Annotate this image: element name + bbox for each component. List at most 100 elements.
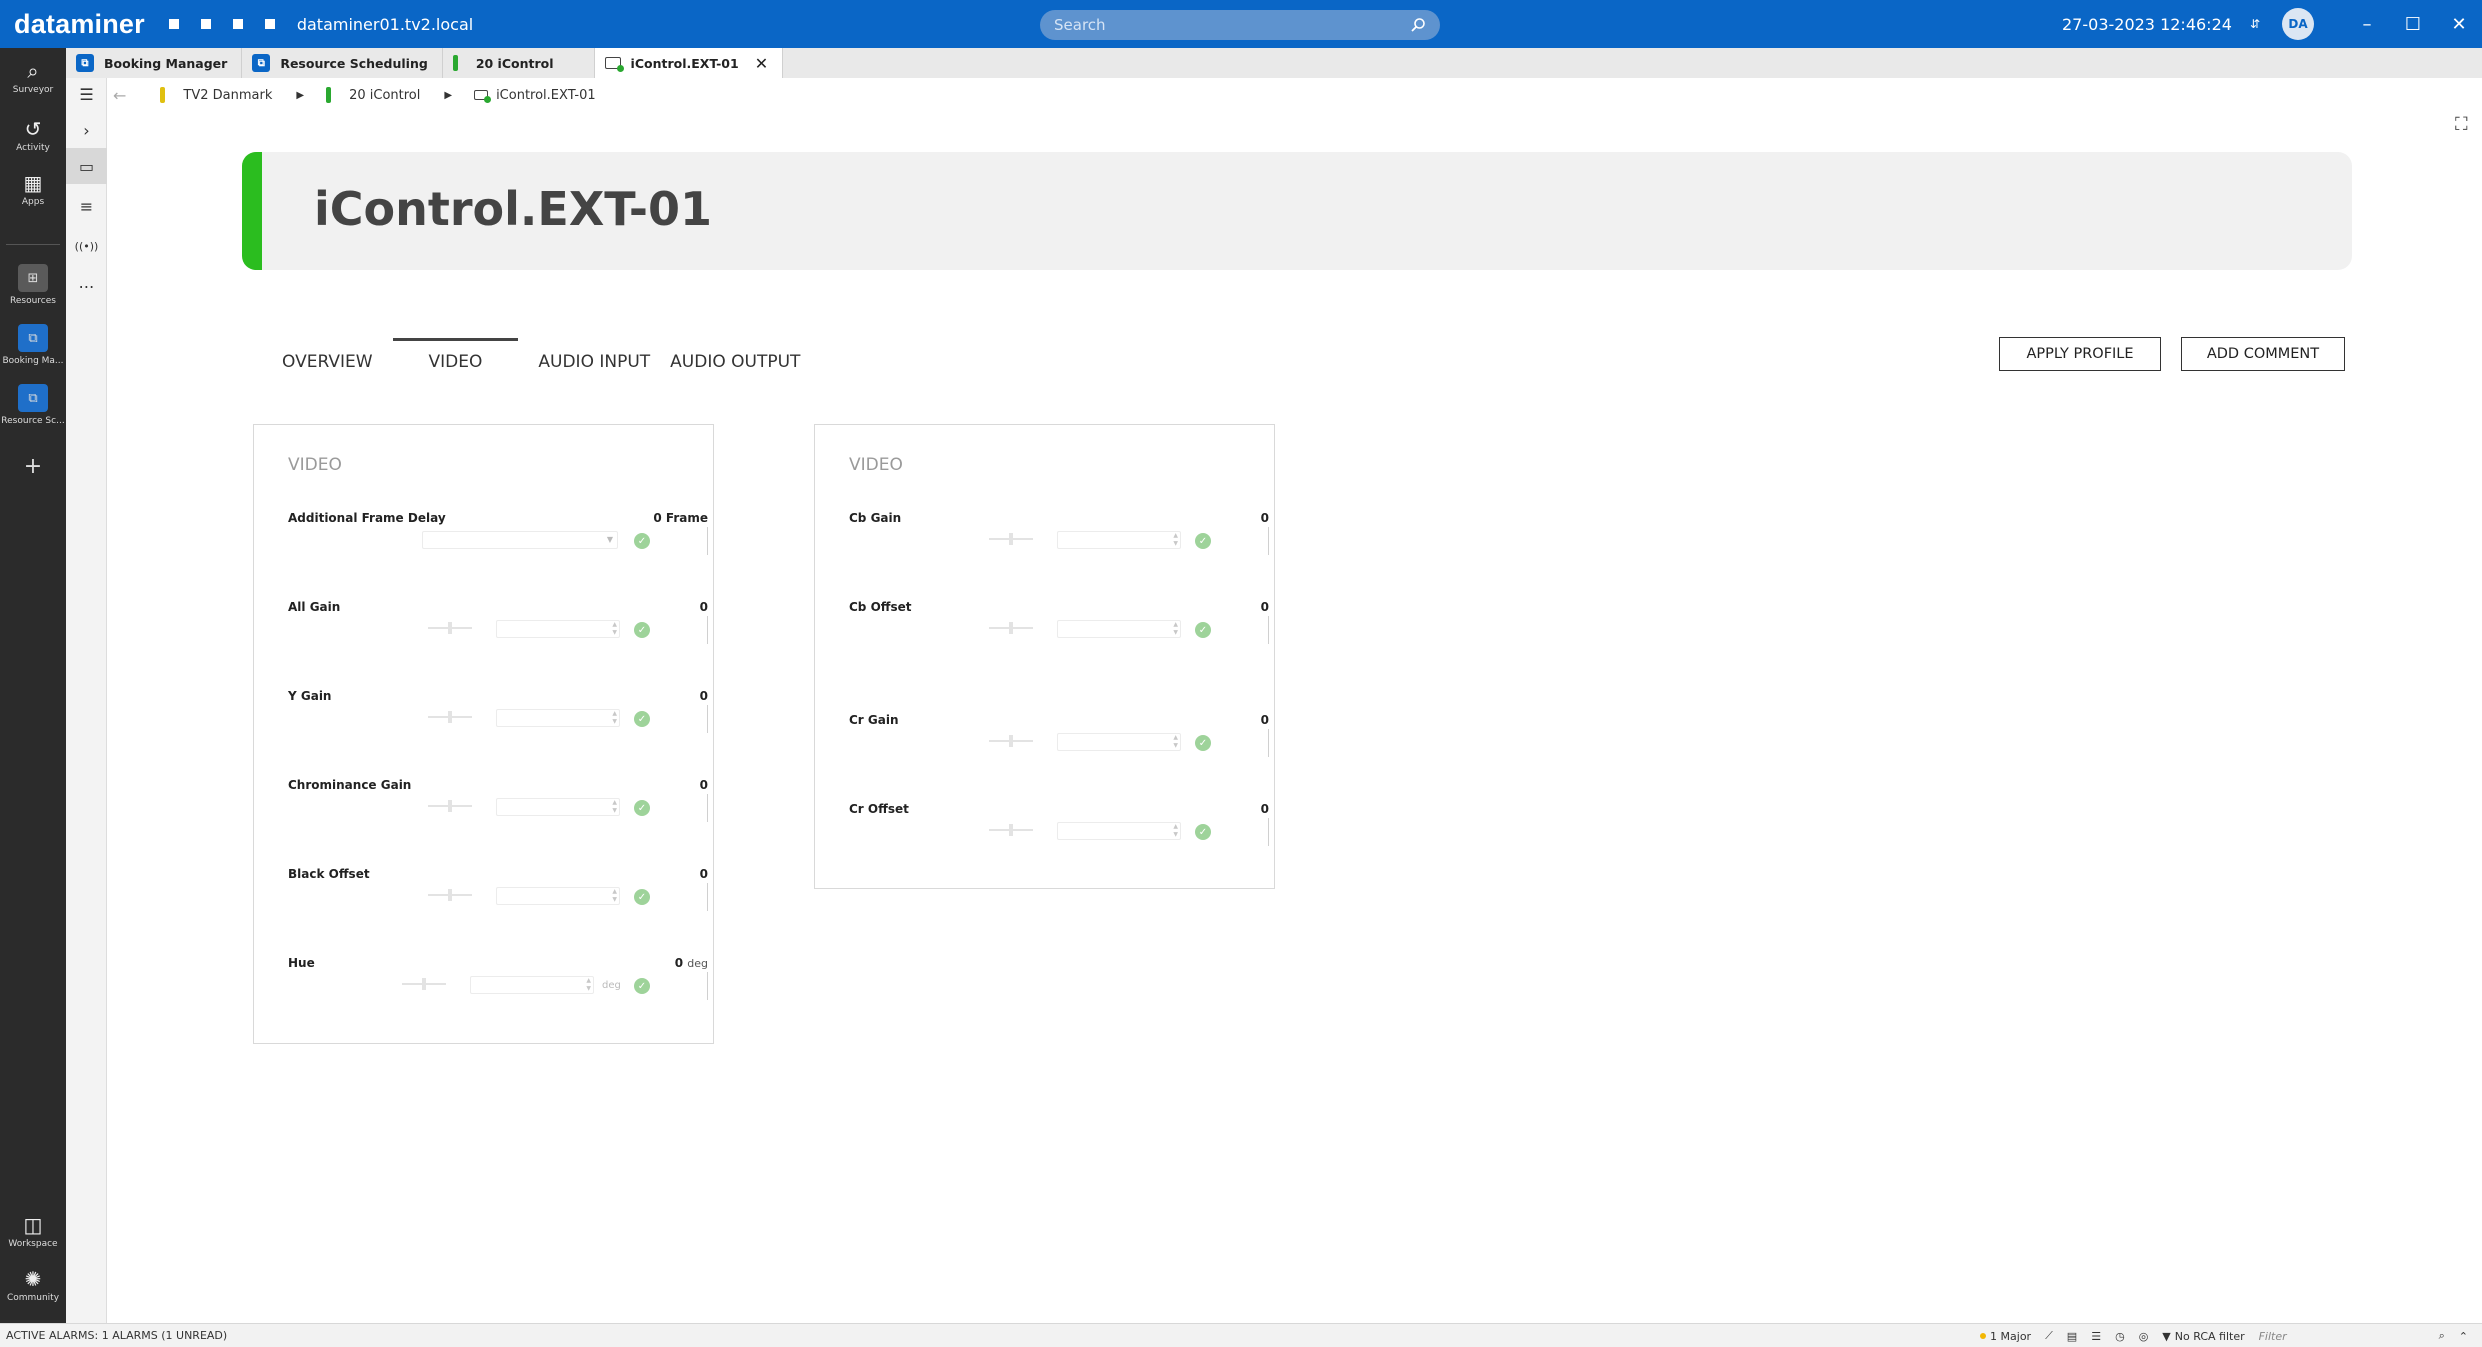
sidebar-item-community[interactable]: ✺ Community <box>0 1268 66 1303</box>
tab-resource-scheduling[interactable]: ⧉ Resource Scheduling <box>242 48 443 78</box>
tab-audio-input[interactable]: AUDIO INPUT <box>518 338 670 374</box>
fullscreen-icon[interactable]: ⛶ <box>2455 114 2468 135</box>
cr-gain-input[interactable]: ▲ ▼ <box>1057 733 1181 751</box>
cb-gain-slider[interactable] <box>989 533 1033 545</box>
y-gain-input[interactable]: ▲ ▼ <box>496 709 620 727</box>
spinner-icon[interactable]: ▲ ▼ <box>612 888 617 904</box>
check-icon[interactable]: ✓ <box>634 533 650 549</box>
sidebar-item-workspace[interactable]: ◫ Workspace <box>0 1214 66 1249</box>
sidebar-item-booking-manager[interactable]: ⧉ Booking Ma... <box>0 324 66 366</box>
check-icon[interactable]: ✓ <box>1195 824 1211 840</box>
cb-gain-input[interactable]: ▲ ▼ <box>1057 531 1181 549</box>
breadcrumb-item-icontrol-ext-01[interactable]: iControl.EXT-01 <box>496 88 596 103</box>
quick-action-4[interactable] <box>264 19 275 29</box>
quick-action-1[interactable] <box>168 19 179 29</box>
black-offset-input[interactable]: ▲ ▼ <box>496 887 620 905</box>
chrominance-gain-input[interactable]: ▲ ▼ <box>496 798 620 816</box>
focus-icon[interactable]: ◎ <box>2139 1330 2149 1343</box>
search-box[interactable] <box>1040 10 1440 40</box>
all-gain-input[interactable]: ▲ ▼ <box>496 620 620 638</box>
param-value: 0 <box>699 778 708 792</box>
check-icon[interactable]: ✓ <box>634 711 650 727</box>
spinner-icon[interactable]: ▲ ▼ <box>586 977 591 993</box>
hamburger-icon[interactable]: ☰ <box>66 76 107 112</box>
list-icon[interactable]: ▤ <box>2067 1330 2077 1343</box>
check-icon[interactable]: ✓ <box>634 622 650 638</box>
tab-20-icontrol[interactable]: 20 iControl <box>443 48 595 78</box>
chevron-up-icon[interactable]: ⌃ <box>2459 1330 2468 1343</box>
breadcrumb-item-20-icontrol[interactable]: 20 iControl <box>349 88 420 103</box>
sidebar-item-surveyor[interactable]: ⌕ Surveyor <box>0 60 66 95</box>
frame-delay-dropdown[interactable]: ▼ <box>422 531 618 549</box>
data-display-icon[interactable]: ▭ <box>66 148 107 184</box>
close-icon[interactable]: ✕ <box>755 54 768 73</box>
user-avatar[interactable]: DA <box>2282 8 2314 40</box>
check-icon[interactable]: ✓ <box>1195 533 1211 549</box>
check-icon[interactable]: ✓ <box>1195 622 1211 638</box>
host-name: dataminer01.tv2.local <box>296 14 474 34</box>
community-icon: ✺ <box>24 1267 42 1291</box>
tab-overview[interactable]: OVERVIEW <box>262 338 393 374</box>
all-gain-slider[interactable] <box>428 622 472 634</box>
check-icon[interactable]: ✓ <box>634 800 650 816</box>
cr-offset-slider[interactable] <box>989 824 1033 836</box>
tab-icontrol-ext-01[interactable]: iControl.EXT-01 ✕ <box>594 48 784 78</box>
hue-input[interactable]: ▲ ▼ <box>470 976 594 994</box>
spinner-icon[interactable]: ▲ ▼ <box>612 799 617 815</box>
check-icon[interactable]: ✓ <box>1195 735 1211 751</box>
search-icon[interactable] <box>1410 17 1426 33</box>
signal-icon[interactable]: ((•)) <box>66 228 107 264</box>
sidebar-item-apps[interactable]: ▦ Apps <box>0 172 66 207</box>
param-label: All Gain <box>288 600 341 614</box>
check-icon[interactable]: ✓ <box>634 889 650 905</box>
quick-actions <box>168 19 275 29</box>
tab-audio-output[interactable]: AUDIO OUTPUT <box>670 338 820 374</box>
cr-gain-slider[interactable] <box>989 735 1033 747</box>
minimize-icon[interactable]: – <box>2344 14 2390 35</box>
cb-offset-input[interactable]: ▲ ▼ <box>1057 620 1181 638</box>
sidebar-item-resource-scheduling[interactable]: ⧉ Resource Sc... <box>0 384 66 426</box>
spinner-icon[interactable]: ▲ ▼ <box>612 621 617 637</box>
quick-action-2[interactable] <box>200 19 211 29</box>
spinner-icon[interactable]: ▲ ▼ <box>1173 734 1178 750</box>
breadcrumb-item-tv2-danmark[interactable]: TV2 Danmark <box>183 88 272 103</box>
chrominance-gain-slider[interactable] <box>428 800 472 812</box>
param-cr-offset: Cr Offset 0 ▲ ▼ ✓ <box>849 802 1269 872</box>
cb-offset-slider[interactable] <box>989 622 1033 634</box>
spinner-icon[interactable]: ▲ ▼ <box>1173 823 1178 839</box>
sidebar-item-resources[interactable]: ⊞ Resources <box>0 264 66 306</box>
settings-sliders-icon[interactable]: ≡ <box>66 188 107 224</box>
close-window-icon[interactable]: ✕ <box>2436 14 2482 35</box>
hue-slider[interactable] <box>402 978 446 990</box>
search-input[interactable] <box>1054 16 1394 34</box>
alarm-filter-input[interactable] <box>2258 1327 2439 1345</box>
quick-action-3[interactable] <box>232 19 243 29</box>
maximize-icon[interactable]: ☐ <box>2390 14 2436 35</box>
spinner-icon[interactable]: ▲ ▼ <box>1173 621 1178 637</box>
divider <box>707 705 708 733</box>
spinner-icon[interactable]: ▲ ▼ <box>1173 532 1178 548</box>
more-icon[interactable]: ⋯ <box>66 268 107 304</box>
tab-video[interactable]: VIDEO <box>392 338 519 374</box>
major-alarm-count[interactable]: 1 Major <box>1980 1330 2031 1343</box>
sidebar-item-activity[interactable]: ↺ Activity <box>0 118 66 153</box>
chevron-right-icon[interactable]: › <box>66 112 107 148</box>
back-arrow-icon[interactable]: ← <box>113 86 126 105</box>
y-gain-slider[interactable] <box>428 711 472 723</box>
search-icon[interactable]: ⌕ <box>2439 1329 2445 1343</box>
active-alarms-summary[interactable]: ACTIVE ALARMS: 1 ALARMS (1 UNREAD) <box>0 1329 227 1342</box>
tab-booking-manager[interactable]: ⧉ Booking Manager <box>66 48 243 78</box>
rca-filter[interactable]: ▼ No RCA filter <box>2162 1330 2244 1343</box>
apply-profile-button[interactable]: APPLY PROFILE <box>1999 337 2161 371</box>
spinner-icon[interactable]: ▲ ▼ <box>612 710 617 726</box>
cr-offset-input[interactable]: ▲ ▼ <box>1057 822 1181 840</box>
trend-icon[interactable]: ⟋ <box>2045 1329 2053 1343</box>
sort-icon[interactable]: ☰ <box>2091 1330 2101 1343</box>
view-status-bar <box>160 87 166 103</box>
add-app-button[interactable]: + <box>0 454 66 479</box>
param-value: 0 <box>1260 713 1269 727</box>
add-comment-button[interactable]: ADD COMMENT <box>2181 337 2345 371</box>
black-offset-slider[interactable] <box>428 889 472 901</box>
clock-icon[interactable]: ◷ <box>2115 1330 2125 1343</box>
check-icon[interactable]: ✓ <box>634 978 650 994</box>
